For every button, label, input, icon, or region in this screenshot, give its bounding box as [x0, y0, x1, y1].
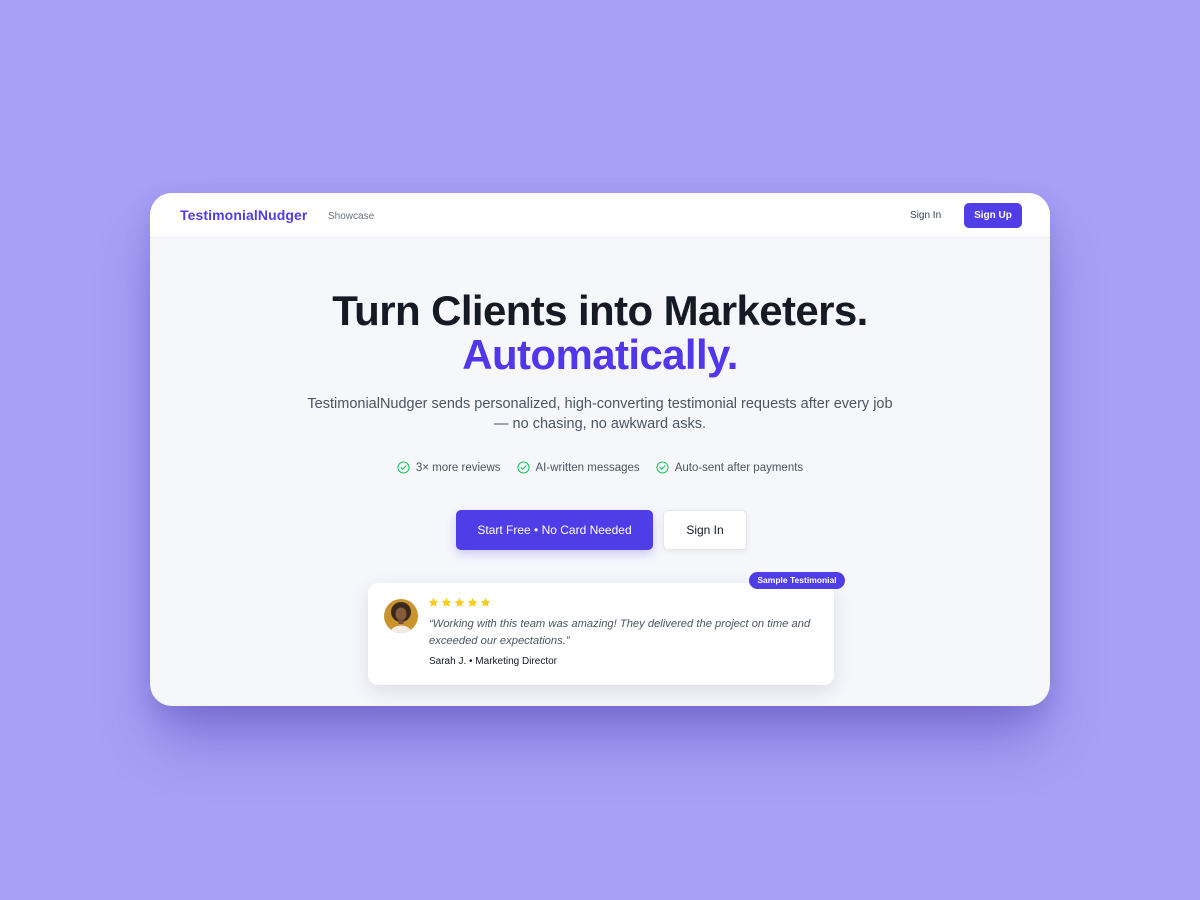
hero-subtitle: TestimonialNudger sends personalized, hi… [307, 396, 893, 432]
nav-signin-link[interactable]: Sign In [910, 210, 941, 221]
brand-logo[interactable]: TestimonialNudger [180, 207, 307, 223]
top-navbar: TestimonialNudger Showcase Sign In Sign … [150, 193, 1050, 238]
star-icon [428, 597, 439, 607]
star-icon [467, 597, 478, 607]
avatar [384, 599, 418, 633]
star-icon [480, 597, 491, 607]
feature-item: 3× more reviews [397, 461, 501, 474]
feature-label: 3× more reviews [415, 461, 501, 474]
hero-signin-button[interactable]: Sign In [663, 510, 747, 550]
nav-link-showcase[interactable]: Showcase [328, 211, 374, 222]
star-icon [454, 597, 465, 607]
star-rating [428, 597, 491, 608]
feature-item: AI-written messages [516, 461, 640, 474]
testimonial-quote: “Working with this team was amazing! The… [429, 618, 811, 647]
sample-testimonial-badge: Sample Testimonial [749, 572, 845, 589]
hero-title: Turn Clients into Marketers. [332, 287, 868, 334]
star-icon [441, 597, 452, 607]
feature-item: Auto-sent after payments [656, 461, 803, 474]
start-free-button[interactable]: Start Free • No Card Needed [456, 510, 653, 550]
check-circle-icon [516, 461, 530, 474]
check-circle-icon [397, 461, 410, 474]
testimonial-author: Sarah J. • Marketing Director [429, 656, 557, 667]
testimonial-card: “Working with this team was amazing! The… [368, 583, 834, 685]
browser-window: TestimonialNudger Showcase Sign In Sign … [150, 193, 1050, 706]
feature-label: AI-written messages [535, 461, 640, 474]
feature-list: 3× more reviews AI-written messages Auto… [150, 461, 1050, 474]
check-circle-icon [656, 461, 669, 474]
nav-signup-button[interactable]: Sign Up [964, 203, 1022, 228]
hero-title-accent: Automatically. [462, 331, 738, 378]
feature-label: Auto-sent after payments [674, 461, 804, 474]
